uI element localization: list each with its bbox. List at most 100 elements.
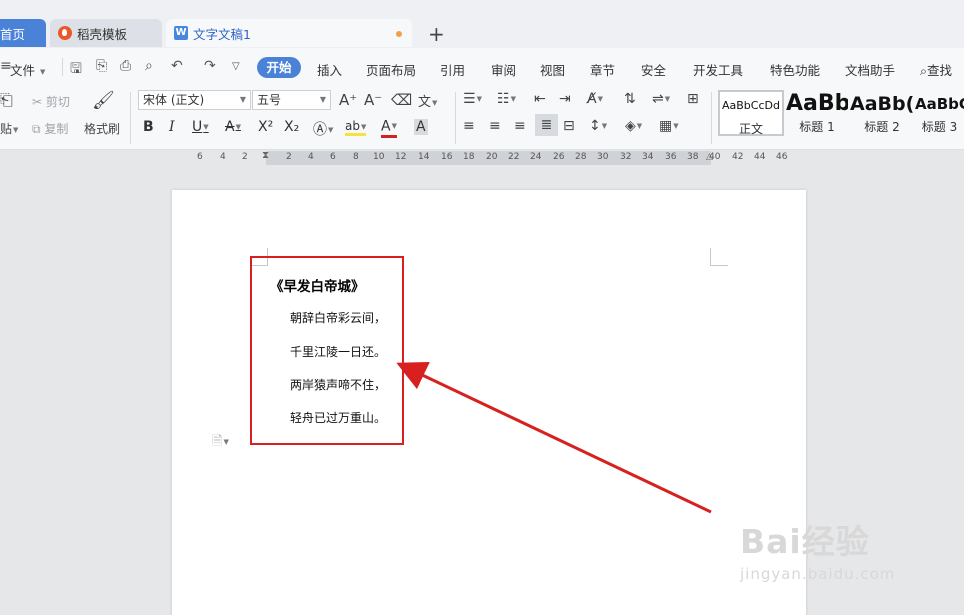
format-painter-icon[interactable]: 🖌 (92, 90, 115, 111)
fill-color-icon[interactable]: ◈▼ (625, 118, 642, 134)
divider (711, 92, 712, 144)
divider (62, 58, 63, 76)
print-icon[interactable]: ⎙ (120, 58, 131, 74)
menu-file[interactable]: 文件 ▼ (10, 60, 45, 79)
align-center-icon[interactable]: ≡ (489, 118, 501, 134)
ruler-number: 2 (242, 152, 248, 162)
ruler-number: 6 (197, 152, 203, 162)
menu-features[interactable]: 特色功能 (770, 60, 820, 79)
chevron-down-icon: ▼ (319, 95, 326, 104)
menu-insert[interactable]: 插入 (317, 60, 342, 79)
ruler-number: 38 (687, 152, 699, 162)
ruler-number: 30 (597, 152, 609, 162)
style-heading-1[interactable]: AaBb 标题 1 (786, 90, 848, 136)
right-indent-marker-icon[interactable]: △ (706, 152, 713, 162)
underline-button[interactable]: U▼ (192, 119, 209, 135)
paste-button[interactable]: 贴▼ (0, 120, 18, 137)
borders-icon[interactable]: ▦▼ (659, 118, 679, 134)
line-spacing-icon[interactable]: ↕▼ (589, 118, 607, 134)
text-effect-icon[interactable]: Ⓐ▼ (313, 119, 333, 139)
bold-button[interactable]: B (143, 119, 154, 135)
menu-security[interactable]: 安全 (641, 60, 666, 79)
tab-template[interactable]: 稻壳模板 (50, 19, 162, 47)
font-size-value: 五号 (257, 93, 282, 107)
distributed-align-icon[interactable]: ⊟ (563, 118, 575, 134)
print-preview-icon[interactable]: ⌕ (145, 58, 153, 74)
menu-bar: ≡ 文件 ▼ 🖫 ⎘ ⎙ ⌕ ↶ ↷ ▽ 开始 插入 页面布局 引用 审阅 视图… (0, 48, 964, 86)
new-tab-button[interactable]: + (428, 22, 445, 46)
scissors-icon: ✂ (32, 95, 43, 109)
highlight-icon[interactable]: ab▼ (345, 119, 367, 136)
copy-icon: ⧉ (32, 122, 41, 136)
menu-references[interactable]: 引用 (440, 60, 465, 79)
menu-doc-assistant[interactable]: 文档助手 (845, 60, 895, 79)
style-normal[interactable]: AaBbCcDd 正文 (718, 90, 784, 136)
search-button[interactable]: ⌕查找 (920, 60, 952, 79)
menu-chapter[interactable]: 章节 (590, 60, 615, 79)
phonetic-guide-icon[interactable]: 文▼ (418, 91, 437, 110)
redo-icon[interactable]: ↷ (204, 58, 216, 74)
tab-document-label: 文字文稿1 (193, 26, 251, 42)
ruler-number: 14 (418, 152, 430, 162)
style-sample: AaBb( (850, 93, 914, 115)
table-icon[interactable]: ⊞ (687, 91, 699, 107)
quick-access-more-icon[interactable]: ▽ (232, 61, 240, 72)
superscript-button[interactable]: X² (258, 119, 273, 135)
ruler-number: 8 (353, 152, 359, 162)
font-size-select[interactable]: 五号 ▼ (252, 90, 331, 110)
ruler-number: 4 (308, 152, 314, 162)
italic-button[interactable]: I (169, 119, 175, 135)
horizontal-ruler[interactable]: 6 4 2 2 4 6 8 10 12 14 16 18 20 22 24 26… (0, 150, 964, 166)
char-shading-icon[interactable]: A (414, 119, 428, 135)
decrease-indent-icon[interactable]: ⇤ (534, 91, 546, 107)
ruler-number: 24 (530, 152, 542, 162)
divider (130, 92, 131, 144)
ruler-number: 10 (373, 152, 385, 162)
copy-button[interactable]: ⧉ 复制 (32, 120, 68, 137)
subscript-button[interactable]: X₂ (284, 119, 299, 135)
sort-icon[interactable]: ⇅ (624, 91, 636, 107)
unsaved-dot-icon (396, 31, 402, 37)
font-name-value: 宋体 (正文) (143, 93, 205, 107)
undo-icon[interactable]: ↶ (171, 58, 183, 74)
copy-label: 复制 (44, 122, 69, 136)
menu-start[interactable]: 开始 (257, 57, 301, 78)
style-heading-2[interactable]: AaBb( 标题 2 (850, 90, 914, 136)
menu-view[interactable]: 视图 (540, 60, 565, 79)
strikethrough-icon[interactable]: A▼ (225, 119, 241, 135)
show-marks-icon[interactable]: ⇌▼ (652, 91, 670, 107)
style-heading-3[interactable]: AaBbC 标题 3 (915, 90, 964, 136)
export-pdf-icon[interactable]: ⎘ (96, 58, 107, 74)
ruler-number: 12 (395, 152, 407, 162)
cut-button[interactable]: ✂ 剪切 (32, 93, 70, 110)
clear-format-icon[interactable]: ⌫ (391, 91, 412, 109)
align-right-icon[interactable]: ≡ (514, 118, 526, 134)
align-left-icon[interactable]: ≡ (463, 118, 475, 134)
style-sample: AaBbCcDd (722, 99, 780, 112)
font-color-icon[interactable]: A▼ (381, 119, 397, 138)
menu-page-layout[interactable]: 页面布局 (366, 60, 416, 79)
increase-font-icon[interactable]: A⁺ (339, 91, 357, 109)
tab-document[interactable]: W 文字文稿1 (166, 19, 412, 47)
decrease-font-icon[interactable]: A⁻ (364, 91, 382, 109)
justify-icon[interactable]: ≣ (535, 114, 558, 136)
save-icon[interactable]: 🖫 (70, 58, 82, 82)
ruler-number: 26 (553, 152, 565, 162)
chevron-down-icon: ▼ (40, 67, 46, 76)
increase-indent-icon[interactable]: ⇥ (559, 91, 571, 107)
tab-home-label: 首页 (0, 26, 26, 42)
font-name-select[interactable]: 宋体 (正文) ▼ (138, 90, 251, 110)
ruler-number: 16 (441, 152, 453, 162)
bullet-list-icon[interactable]: ☰▼ (463, 91, 482, 107)
format-painter-button[interactable]: 格式刷 (84, 120, 120, 137)
tab-home[interactable]: 首页 (0, 19, 46, 47)
highlight-box (250, 256, 404, 445)
indent-marker-icon[interactable]: ⧗ (262, 150, 269, 161)
numbered-list-icon[interactable]: ☷▼ (497, 91, 516, 107)
menu-developer[interactable]: 开发工具 (693, 60, 743, 79)
text-direction-icon[interactable]: A̸▼ (587, 91, 603, 107)
ruler-number: 18 (463, 152, 475, 162)
paste-icon[interactable]: ⎗ (0, 90, 13, 110)
menu-review[interactable]: 审阅 (491, 60, 516, 79)
paragraph-layout-icon[interactable]: 🗎▼ (212, 432, 229, 454)
